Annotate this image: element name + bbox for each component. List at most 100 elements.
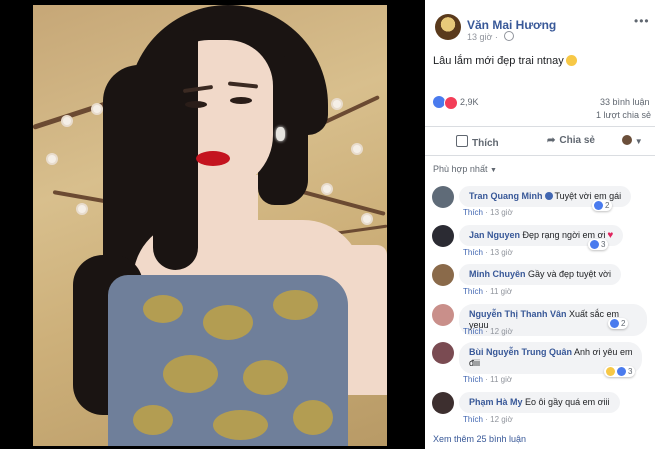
comment-reaction-badge[interactable]: 3: [588, 239, 609, 250]
like-icon: [594, 201, 603, 210]
eye: [185, 101, 207, 108]
commenter-avatar[interactable]: [432, 304, 454, 326]
comment-item: Jan Nguyen Đẹp rạng ngời em ơi ♥ 3 Thích …: [432, 225, 647, 259]
globe-icon: [504, 31, 515, 41]
eye: [230, 97, 252, 104]
share-arrow-icon: ➦: [547, 135, 556, 146]
reaction-number: 3: [628, 367, 633, 376]
comment-bubble: Minh Chuyên Gầy và đẹp tuyệt vời: [459, 264, 621, 285]
post-text: Lâu lắm mới đẹp trai ntnay: [433, 55, 577, 67]
reaction-number: 2: [621, 319, 626, 328]
commenter-avatar[interactable]: [432, 392, 454, 414]
lips: [196, 151, 230, 166]
comment-reaction-badge[interactable]: 3: [604, 366, 636, 377]
commenter-name[interactable]: Phạm Hà My: [469, 397, 523, 407]
smile-emoji-icon: [565, 55, 577, 66]
dress-pattern: [143, 295, 183, 323]
dress-pattern: [163, 355, 218, 393]
chevron-down-icon: ▼: [634, 137, 643, 146]
verified-icon: [544, 192, 553, 200]
blossom: [323, 185, 331, 193]
dress-pattern: [273, 290, 318, 320]
commenter-name[interactable]: Minh Chuyên: [469, 269, 526, 279]
comment-reaction-badge[interactable]: 2: [608, 318, 629, 329]
comment-time[interactable]: 13 giờ: [490, 208, 513, 217]
comment-item: Nguyễn Thị Thanh Vân Xuất sắc em yeuu 2 …: [432, 304, 647, 338]
post-caption: Lâu lắm mới đẹp trai ntnay: [433, 55, 564, 67]
caret-down-icon: ▼: [489, 167, 497, 174]
commenter-name[interactable]: Tran Quang Minh: [469, 191, 543, 201]
reaction-count[interactable]: 2,9K: [460, 97, 479, 107]
commenter-avatar[interactable]: [432, 264, 454, 286]
view-more-comments-link[interactable]: Xem thêm 25 bình luận: [433, 434, 526, 444]
poster-name[interactable]: Văn Mai Hương: [467, 18, 556, 32]
blossom: [353, 145, 361, 153]
comment-meta: Thích · 13 giờ: [463, 208, 513, 217]
like-icon: [617, 367, 626, 376]
like-icon: [610, 319, 619, 328]
comment-meta: Thích · 12 giờ: [463, 327, 513, 336]
comment-like-link[interactable]: Thích: [463, 375, 483, 384]
post-time[interactable]: 13 giờ: [467, 32, 492, 42]
commenter-name[interactable]: Nguyễn Thị Thanh Vân: [469, 309, 567, 319]
comment-like-link[interactable]: Thích: [463, 415, 483, 424]
dress-pattern: [293, 400, 333, 435]
comment-time[interactable]: 11 giờ: [490, 375, 512, 384]
sort-label: Phù hợp nhất: [433, 164, 488, 174]
share-label: Chia sẻ: [559, 135, 595, 146]
commenter-avatar[interactable]: [432, 342, 454, 364]
like-icon: [590, 240, 599, 249]
reaction-number: 2: [605, 201, 610, 210]
heart-reaction-icon[interactable]: [444, 96, 458, 110]
comment-item: Tran Quang Minh Tuyệt vời em gái 2 Thích …: [432, 186, 647, 218]
heart-emoji-icon: ♥: [607, 230, 614, 241]
share-count[interactable]: 1 lượt chia sẻ: [596, 110, 651, 120]
like-label: Thích: [472, 138, 499, 149]
comment-sort-dropdown[interactable]: Phù hợp nhất ▼: [433, 164, 497, 174]
comment-like-link[interactable]: Thích: [463, 327, 483, 336]
comment-meta: Thích · 11 giờ: [463, 287, 513, 296]
haha-icon: [606, 367, 615, 376]
dress-pattern: [213, 410, 268, 440]
comment-time[interactable]: 11 giờ: [490, 287, 512, 296]
commenter-avatar[interactable]: [432, 186, 454, 208]
comment-item: Phạm Hà My Eo ôi gầy quá em ơiii Thích ·…: [432, 392, 647, 426]
blossom: [78, 205, 86, 213]
like-button[interactable]: Thích: [456, 135, 499, 149]
share-button[interactable]: ➦ Chia sẻ: [547, 135, 595, 146]
blossom: [333, 100, 341, 108]
commenter-name[interactable]: Bùi Nguyễn Trung Quân: [469, 347, 572, 357]
dress-pattern: [203, 305, 253, 340]
comment-time[interactable]: 12 giờ: [490, 415, 513, 424]
comment-text: Gầy và đẹp tuyệt vời: [528, 269, 611, 279]
hair: [153, 30, 198, 270]
dress-pattern: [243, 360, 288, 395]
poster-avatar[interactable]: [435, 14, 461, 40]
comment-meta: Thích · 13 giờ: [463, 248, 513, 257]
comment-count[interactable]: 33 bình luận: [600, 97, 650, 107]
blossom: [63, 117, 71, 125]
comment-text-line2: điii: [469, 358, 481, 368]
branch-decoration: [302, 190, 386, 216]
reaction-number: 3: [601, 240, 606, 249]
comment-item: Bùi Nguyễn Trung Quân Anh ơi yêu em điii …: [432, 342, 647, 386]
post-photo[interactable]: [33, 5, 387, 446]
more-options-icon[interactable]: •••: [634, 14, 650, 28]
blossom: [93, 105, 101, 113]
blossom: [48, 155, 56, 163]
comment-text: Anh ơi yêu em: [574, 347, 633, 357]
divider: [425, 126, 655, 127]
comment-like-link[interactable]: Thích: [463, 208, 483, 217]
comment-time[interactable]: 13 giờ: [490, 248, 513, 257]
commenter-avatar[interactable]: [432, 225, 454, 247]
comment-reaction-badge[interactable]: 2: [592, 200, 613, 211]
comment-item: Minh Chuyên Gầy và đẹp tuyệt vời Thích ·…: [432, 264, 647, 298]
comment-like-link[interactable]: Thích: [463, 287, 483, 296]
divider: [425, 155, 655, 156]
thumbs-up-icon: [456, 135, 468, 147]
post-as-selector[interactable]: ▼: [622, 135, 643, 147]
comment-like-link[interactable]: Thích: [463, 248, 483, 257]
comment-time[interactable]: 12 giờ: [490, 327, 513, 336]
dress-pattern: [133, 405, 173, 435]
commenter-name[interactable]: Jan Nguyen: [469, 230, 520, 240]
